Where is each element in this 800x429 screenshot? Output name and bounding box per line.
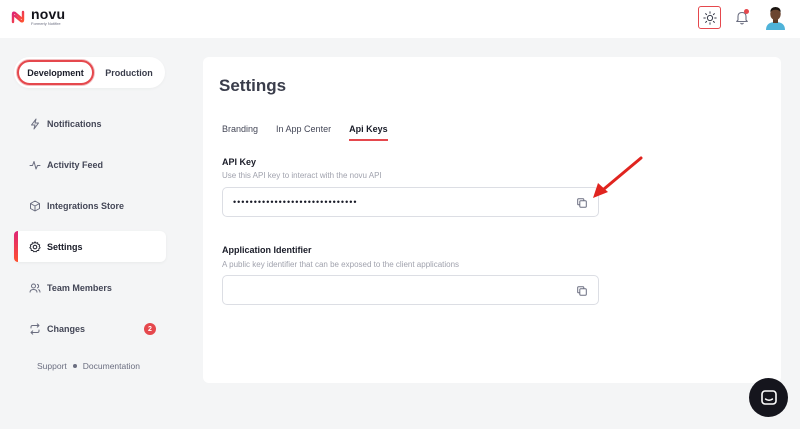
logo-subtitle: Formerly Notifire	[31, 21, 61, 26]
gear-icon	[28, 240, 41, 253]
refresh-icon	[28, 322, 41, 335]
documentation-link[interactable]: Documentation	[83, 361, 140, 371]
box-icon	[28, 199, 41, 212]
lightning-icon	[28, 117, 41, 130]
support-link[interactable]: Support	[37, 361, 67, 371]
notification-dot	[744, 9, 749, 14]
sun-icon	[702, 10, 717, 25]
app-identifier-label: Application Identifier	[222, 245, 312, 255]
separator-dot	[72, 364, 77, 368]
theme-toggle-button[interactable]	[698, 6, 721, 29]
sidebar-item-activity-feed[interactable]: Activity Feed	[14, 149, 166, 180]
sidebar-item-integrations-store[interactable]: Integrations Store	[14, 190, 166, 221]
production-env-button[interactable]: Production	[98, 60, 160, 85]
development-env-button[interactable]: Development	[17, 60, 94, 85]
sidebar-item-label: Changes	[47, 323, 86, 334]
logo-name: novu	[31, 6, 66, 22]
sidebar-footer: Support Documentation	[37, 361, 140, 371]
chat-icon	[760, 389, 777, 405]
page-title: Settings	[219, 76, 287, 95]
sidebar-item-label: Integrations Store	[47, 200, 125, 211]
sidebar-item-label: Activity Feed	[47, 159, 104, 170]
activity-icon	[28, 158, 41, 171]
tab-api-keys[interactable]: Api Keys	[349, 124, 388, 141]
chat-support-button[interactable]	[749, 378, 788, 417]
users-icon	[28, 281, 41, 294]
top-bar: novu Formerly Notifire	[0, 0, 800, 38]
sidebar-item-team-members[interactable]: Team Members	[14, 272, 166, 303]
copy-icon[interactable]	[576, 285, 588, 297]
annotation-arrow	[593, 156, 643, 198]
sidebar-nav: Notifications Activity Feed Integrations…	[14, 108, 166, 354]
api-key-label: API Key	[222, 157, 257, 167]
sidebar-item-label: Team Members	[47, 282, 112, 293]
sidebar-item-notifications[interactable]: Notifications	[14, 108, 166, 139]
api-key-value: ••••••••••••••••••••••••••••••	[233, 197, 358, 207]
tab-in-app-center[interactable]: In App Center	[276, 124, 331, 141]
tab-branding[interactable]: Branding	[222, 124, 258, 141]
novu-logo-icon	[11, 10, 25, 23]
sidebar-item-label: Notifications	[47, 118, 102, 129]
app-identifier-help: A public key identifier that can be expo…	[222, 260, 460, 269]
changes-count-badge: 2	[144, 323, 156, 335]
settings-card: Settings Branding In App Center Api Keys…	[203, 57, 781, 383]
sidebar-item-settings[interactable]: Settings	[14, 231, 166, 262]
sidebar-item-changes[interactable]: Changes 2	[14, 313, 166, 344]
sidebar-item-label: Settings	[47, 241, 83, 252]
avatar[interactable]	[765, 5, 786, 30]
app-identifier-field[interactable]	[222, 275, 599, 305]
novu-logo[interactable]: novu Formerly Notifire	[10, 7, 65, 26]
settings-tabs: Branding In App Center Api Keys	[222, 124, 406, 141]
api-key-help: Use this API key to interact with the no…	[222, 171, 382, 180]
copy-icon[interactable]	[576, 197, 588, 209]
environment-switch: Development Production	[14, 57, 165, 88]
api-key-field[interactable]: ••••••••••••••••••••••••••••••	[222, 187, 599, 217]
